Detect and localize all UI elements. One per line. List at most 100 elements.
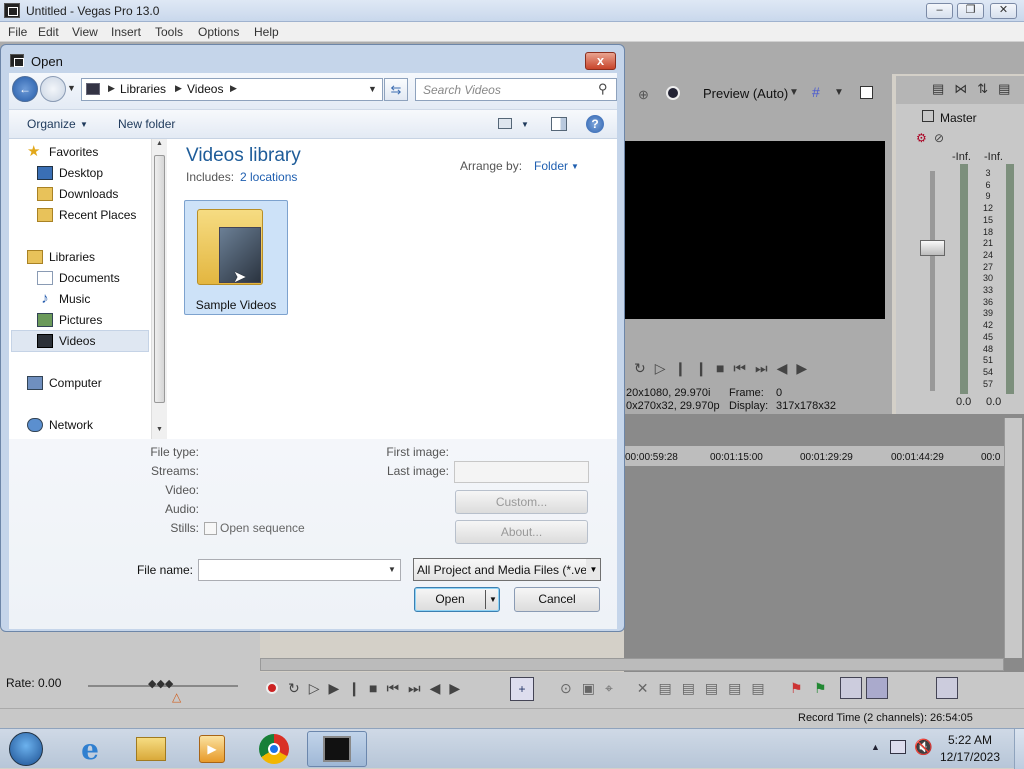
back-arrow-icon[interactable]: ←: [12, 76, 38, 102]
recent-pages-chevron-icon[interactable]: ▼: [67, 83, 76, 93]
nav-network[interactable]: Network: [27, 415, 93, 435]
grid-overlay-icon[interactable]: #: [812, 84, 820, 100]
about-button[interactable]: About...: [455, 520, 588, 544]
envelope-lock-icon[interactable]: [866, 677, 888, 699]
nav-recent-places[interactable]: Recent Places: [37, 205, 136, 225]
nav-music[interactable]: ♪ Music: [37, 289, 90, 309]
chevron-down-icon[interactable]: ▼: [586, 559, 600, 580]
mute-icon[interactable]: ⊘: [934, 131, 944, 145]
menu-edit[interactable]: Edit: [38, 25, 59, 39]
dialog-close-button[interactable]: x: [585, 52, 616, 70]
nav-pictures[interactable]: Pictures: [37, 310, 102, 330]
taskbar-internet-explorer[interactable]: e: [62, 731, 118, 767]
nav-favorites[interactable]: ★ Favorites: [27, 142, 98, 162]
search-box[interactable]: Search Videos ⚲: [415, 78, 617, 101]
transport-controls[interactable]: ↻▷▶❙■⏮⏭◀▶: [288, 680, 469, 697]
library-title: Videos library: [186, 145, 301, 166]
chevron-down-icon[interactable]: ▼: [80, 120, 88, 129]
breadcrumb-videos[interactable]: Videos: [187, 82, 223, 96]
auto-ripple-icon[interactable]: [840, 677, 862, 699]
preview-quality-icon[interactable]: [666, 86, 680, 100]
region-icon[interactable]: ⚑: [814, 680, 827, 697]
file-name-input[interactable]: ▼: [198, 559, 401, 581]
marker-icon[interactable]: ⚑: [790, 680, 803, 697]
chevron-down-icon[interactable]: ▼: [789, 87, 799, 98]
chevron-down-icon[interactable]: ▼: [834, 87, 844, 98]
snapping-icon[interactable]: [936, 677, 958, 699]
show-hidden-icons-chevron-icon[interactable]: ▲: [871, 742, 880, 752]
menu-options[interactable]: Options: [198, 25, 239, 39]
chevron-down-icon[interactable]: ▼: [388, 565, 396, 574]
refresh-icon[interactable]: ⇆: [384, 78, 408, 101]
clock-date[interactable]: 12/17/2023: [930, 750, 1010, 764]
ruler-tick: 00:00:59:28: [625, 452, 678, 463]
menu-help[interactable]: Help: [254, 25, 279, 39]
open-sequence-checkbox[interactable]: [204, 522, 217, 535]
open-button[interactable]: Open ▼: [414, 587, 500, 612]
organize-button[interactable]: Organize: [27, 117, 76, 131]
chevron-down-icon[interactable]: ▼: [521, 120, 529, 129]
scroll-down-icon[interactable]: ▼: [156, 426, 163, 433]
scrollbar-thumb[interactable]: [154, 155, 165, 403]
nav-downloads[interactable]: Downloads: [37, 184, 118, 204]
nav-documents-label: Documents: [59, 271, 120, 285]
taskbar-vegas-pro[interactable]: [307, 731, 367, 767]
search-icon[interactable]: ⚲: [598, 81, 608, 97]
address-dropdown-icon[interactable]: ▼: [368, 84, 377, 94]
edit-tools[interactable]: ⊙▣⌖ ✕▤▤▤▤▤: [560, 680, 775, 697]
start-button[interactable]: [0, 731, 52, 767]
chevron-down-icon[interactable]: ▼: [571, 162, 579, 171]
help-icon[interactable]: ?: [586, 115, 604, 133]
copy-snapshot-icon[interactable]: [860, 86, 873, 99]
custom-button[interactable]: Custom...: [455, 490, 588, 514]
star-icon: ★: [27, 143, 41, 160]
normal-edit-tool-icon[interactable]: +: [510, 677, 534, 701]
record-icon[interactable]: [266, 682, 278, 694]
mixer-toolbar-icons[interactable]: ▤⋈⇅▤: [896, 76, 1024, 104]
minimize-button[interactable]: –: [926, 3, 953, 19]
last-image-field[interactable]: [454, 461, 589, 483]
nav-videos[interactable]: Videos: [37, 331, 95, 351]
nav-desktop[interactable]: Desktop: [37, 163, 103, 183]
preview-pane-icon[interactable]: [551, 117, 567, 131]
change-view-icon[interactable]: [498, 118, 512, 129]
chevron-down-icon[interactable]: ▼: [485, 590, 497, 609]
close-window-button[interactable]: ✕: [990, 3, 1017, 19]
video-label: Video:: [165, 483, 199, 497]
menu-tools[interactable]: Tools: [155, 25, 183, 39]
split-screen-icon[interactable]: ⊕: [638, 87, 649, 103]
taskbar-media-player[interactable]: ▶: [184, 731, 240, 767]
network-tray-icon[interactable]: [890, 740, 906, 754]
arrange-by-dropdown[interactable]: Folder: [534, 159, 568, 173]
scroll-up-icon[interactable]: ▲: [156, 140, 163, 147]
rate-slider-handle[interactable]: ◆◆◆: [148, 677, 173, 690]
address-bar[interactable]: ▶ Libraries ▶ Videos ▶ ▼: [81, 78, 383, 101]
menu-file[interactable]: File: [8, 25, 27, 39]
includes-locations-link[interactable]: 2 locations: [240, 170, 297, 184]
arrange-by-label: Arrange by:: [460, 159, 523, 173]
preview-transport-controls[interactable]: ↻▷❙❙■⏮⏭◀▶: [634, 360, 816, 377]
breadcrumb-libraries[interactable]: Libraries: [120, 82, 166, 96]
master-fader-handle[interactable]: [920, 240, 945, 256]
show-desktop-button[interactable]: [1014, 729, 1024, 769]
preview-quality-dropdown[interactable]: Preview (Auto): [703, 86, 788, 101]
new-folder-button[interactable]: New folder: [118, 117, 175, 131]
nav-desktop-label: Desktop: [59, 166, 104, 180]
menu-view[interactable]: View: [72, 25, 98, 39]
fx-icon[interactable]: ⚙: [916, 131, 927, 145]
forward-arrow-icon[interactable]: [40, 76, 66, 102]
timeline-horizontal-scrollbar[interactable]: [260, 658, 1004, 671]
file-type-filter-dropdown[interactable]: All Project and Media Files (*.ve ▼: [413, 558, 601, 581]
folder-item-sample-videos[interactable]: ➤ Sample Videos: [184, 200, 288, 315]
maximize-button[interactable]: ❐: [957, 3, 984, 19]
timeline-vertical-scrollbar[interactable]: [1004, 418, 1022, 658]
nav-documents[interactable]: Documents: [37, 268, 120, 288]
nav-libraries[interactable]: Libraries: [27, 247, 95, 267]
taskbar-chrome[interactable]: [246, 731, 302, 767]
clock-time[interactable]: 5:22 AM: [930, 733, 1010, 747]
cancel-button[interactable]: Cancel: [514, 587, 600, 612]
menu-insert[interactable]: Insert: [111, 25, 141, 39]
taskbar-file-explorer[interactable]: [123, 731, 179, 767]
navigation-pane-scrollbar[interactable]: ▲ ▼: [151, 139, 167, 439]
nav-computer[interactable]: Computer: [27, 373, 102, 393]
